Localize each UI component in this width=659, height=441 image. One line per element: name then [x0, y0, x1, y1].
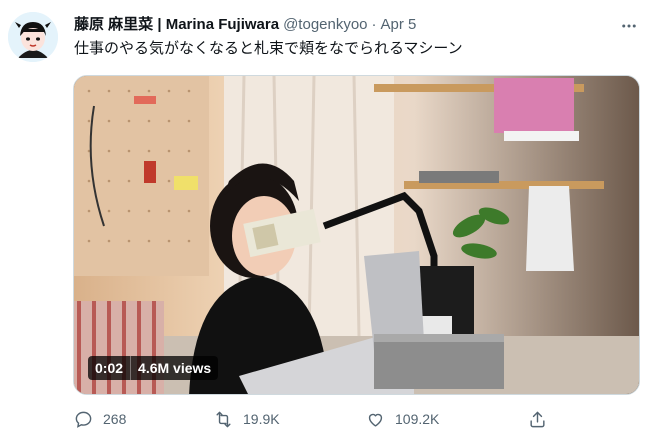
author-name[interactable]: 藤原 麻里菜 | Marina Fujiwara	[74, 15, 279, 35]
avatar[interactable]	[8, 12, 58, 62]
tweet-text: 仕事のやる気がなくなると札束で頬をなでられるマシーン	[74, 40, 463, 57]
video-views: 4.6M views	[138, 360, 212, 376]
like-count: 109.2K	[395, 411, 440, 427]
author-handle[interactable]: @togenkyoo	[283, 15, 367, 35]
separator-dot: ·	[371, 16, 377, 33]
retweet-count: 19.9K	[243, 411, 280, 427]
reply-button[interactable]: 268	[74, 407, 126, 431]
tweet-timestamp[interactable]: Apr 5	[381, 15, 417, 35]
retweet-button[interactable]: 19.9K	[214, 407, 280, 431]
reply-icon	[75, 411, 92, 428]
video-duration: 0:02	[95, 360, 124, 376]
reply-count: 268	[103, 411, 127, 427]
video-badge: 0:02 4.6M views	[88, 356, 219, 380]
retweet-icon	[216, 411, 231, 427]
heart-icon	[368, 413, 383, 427]
more-button[interactable]	[617, 14, 641, 38]
more-icon	[622, 24, 636, 28]
like-button[interactable]: 109.2K	[366, 407, 439, 431]
share-icon	[530, 411, 545, 427]
video-frame	[74, 76, 639, 394]
tweet-header: 藤原 麻里菜 | Marina Fujiwara @togenkyoo · Ap…	[74, 15, 416, 35]
video-player[interactable]: 0:02 4.6M views	[73, 75, 640, 395]
share-button[interactable]	[528, 407, 557, 431]
avatar-illustration	[8, 12, 58, 62]
action-bar: 268 19.9K 109.2K	[74, 407, 639, 431]
